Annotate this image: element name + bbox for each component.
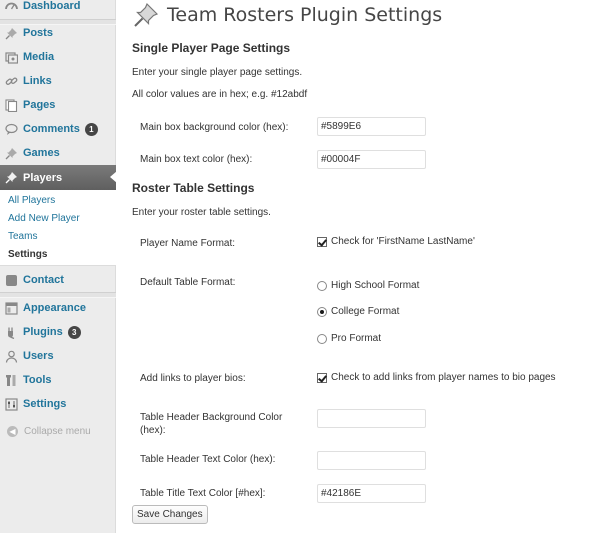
single-player-heading: Single Player Page Settings xyxy=(132,41,291,55)
menu-item-tools[interactable]: Tools xyxy=(0,368,116,392)
radio-label: High School Format xyxy=(331,280,420,291)
media-icon xyxy=(4,50,18,64)
menu-label: Users xyxy=(23,350,54,362)
tools-icon xyxy=(4,373,18,387)
single-player-intro: Enter your single player page settings. xyxy=(132,67,303,78)
collapse-menu-label: Collapse menu xyxy=(24,425,91,437)
radio-label: College Format xyxy=(331,306,400,317)
menu-item-users[interactable]: Users xyxy=(0,344,116,368)
menu-label: Players xyxy=(23,171,63,184)
users-icon xyxy=(4,349,18,363)
menu-item-plugins[interactable]: Plugins 3 xyxy=(0,320,116,344)
menu-item-players[interactable]: Players xyxy=(0,165,117,190)
contact-icon xyxy=(4,273,18,287)
menu-item-games[interactable]: Games xyxy=(0,141,116,165)
bio-links-option: Check to add links from player names to … xyxy=(317,372,556,383)
bio-links-checkbox-label: Check to add links from player names to … xyxy=(331,372,556,383)
submenu-add-new-player[interactable]: Add New Player xyxy=(8,213,80,224)
menu-label: Comments xyxy=(23,123,80,135)
main-box-bg-label: Main box background color (hex): xyxy=(140,122,289,133)
name-format-checkbox[interactable] xyxy=(317,236,327,247)
hex-note: All color values are in hex; e.g. #12abd… xyxy=(132,89,308,100)
menu-label: Settings xyxy=(23,398,67,410)
menu-item-links[interactable]: Links xyxy=(0,69,116,93)
submenu-teams[interactable]: Teams xyxy=(8,231,37,242)
menu-item-contact[interactable]: Contact xyxy=(0,268,116,292)
pro-format-option: Pro Format xyxy=(317,333,381,344)
submenu-settings[interactable]: Settings xyxy=(8,249,47,260)
pushpin-icon xyxy=(4,146,18,160)
title-text-color-input[interactable] xyxy=(317,484,426,503)
settings-icon xyxy=(4,397,18,411)
header-bg-color-label-hex: (hex): xyxy=(140,425,166,436)
header-text-color-label: Table Header Text Color (hex): xyxy=(140,454,276,465)
menu-label: Media xyxy=(23,51,55,63)
main-box-bg-color-input[interactable] xyxy=(317,117,426,136)
pages-icon xyxy=(4,98,18,112)
menu-label: Links xyxy=(23,75,52,87)
link-icon xyxy=(4,74,18,88)
plugins-count-badge: 3 xyxy=(67,325,81,339)
dashboard-icon xyxy=(4,0,18,13)
college-format-option: College Format xyxy=(317,306,399,317)
menu-label: Contact xyxy=(23,274,64,286)
roster-table-intro: Enter your roster table settings. xyxy=(132,207,271,218)
menu-item-comments[interactable]: Comments 1 xyxy=(0,117,116,141)
bio-links-checkbox[interactable] xyxy=(317,372,327,383)
menu-item-appearance[interactable]: Appearance xyxy=(0,296,116,320)
menu-item-media[interactable]: Media xyxy=(0,45,116,69)
collapse-menu-button[interactable]: ◀ Collapse menu xyxy=(0,423,116,439)
menu-item-posts[interactable]: Posts xyxy=(0,21,116,45)
pushpin-icon xyxy=(4,171,18,185)
high-school-format-option: High School Format xyxy=(317,280,419,291)
roster-table-heading: Roster Table Settings xyxy=(132,181,255,195)
header-bg-color-label: Table Header Background Color xyxy=(140,412,283,423)
player-bio-links-label: Add links to player bios: xyxy=(140,373,246,384)
page-title: Team Rosters Plugin Settings xyxy=(167,4,443,26)
menu-item-dashboard[interactable]: Dashboard xyxy=(0,0,116,18)
default-table-format-label: Default Table Format: xyxy=(140,277,236,288)
radio-label: Pro Format xyxy=(331,333,382,344)
header-text-color-input[interactable] xyxy=(317,451,426,470)
pushpin-icon xyxy=(133,2,159,28)
menu-label: Dashboard xyxy=(23,0,81,12)
save-changes-button[interactable]: Save Changes xyxy=(132,505,208,524)
plugin-icon xyxy=(4,325,18,339)
menu-label: Posts xyxy=(23,27,53,39)
menu-label: Pages xyxy=(23,99,56,111)
college-format-radio[interactable] xyxy=(317,306,327,317)
settings-page: Team Rosters Plugin Settings Single Play… xyxy=(117,0,600,533)
main-box-text-label: Main box text color (hex): xyxy=(140,154,253,165)
high-school-format-radio[interactable] xyxy=(317,280,327,291)
menu-label: Games xyxy=(23,147,60,159)
pushpin-icon xyxy=(4,26,18,40)
name-format-checkbox-label: Check for 'FirstName LastName' xyxy=(331,236,475,247)
title-text-color-label: Table Title Text Color [#hex]: xyxy=(140,488,266,499)
header-bg-color-input[interactable] xyxy=(317,409,426,428)
comments-count-badge: 1 xyxy=(84,122,98,136)
name-format-option: Check for 'FirstName LastName' xyxy=(317,236,475,247)
menu-item-settings[interactable]: Settings xyxy=(0,392,116,416)
pro-format-radio[interactable] xyxy=(317,333,327,344)
submenu-all-players[interactable]: All Players xyxy=(8,195,55,206)
appearance-icon xyxy=(4,301,18,315)
menu-label: Tools xyxy=(23,374,52,386)
menu-label: Plugins xyxy=(23,326,63,338)
collapse-arrow-icon: ◀ xyxy=(7,425,18,437)
menu-label: Appearance xyxy=(23,302,86,314)
player-name-format-label: Player Name Format: xyxy=(140,238,236,249)
comment-icon xyxy=(4,122,18,136)
admin-sidebar: Dashboard Posts Media Links Pages Commen… xyxy=(0,0,117,533)
menu-item-pages[interactable]: Pages xyxy=(0,93,116,117)
main-box-text-color-input[interactable] xyxy=(317,150,426,169)
players-submenu: All Players Add New Player Teams Setting… xyxy=(0,190,116,266)
